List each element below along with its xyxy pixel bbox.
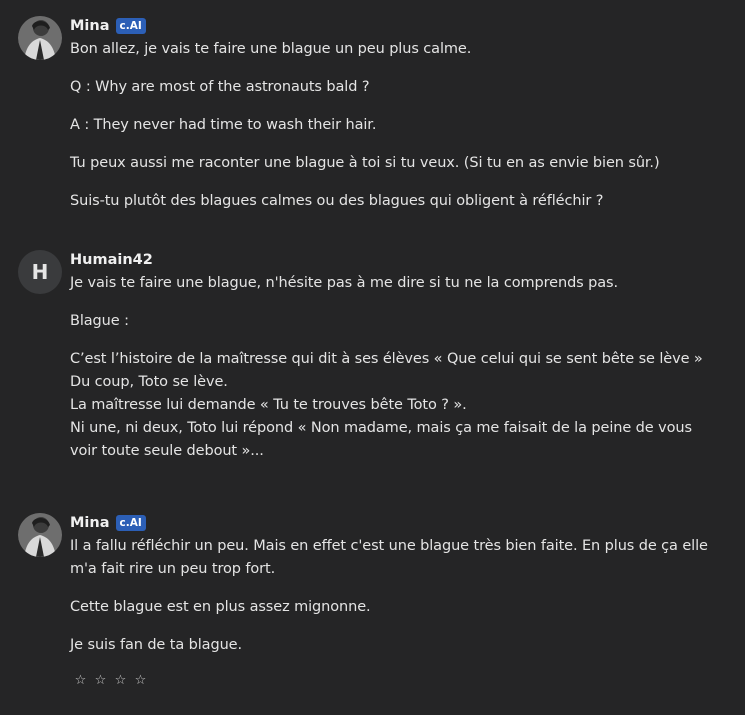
message-paragraph: Il a fallu réfléchir un peu. Mais en eff… [70,538,708,554]
message-paragraph: Suis-tu plutôt des blagues calmes ou des… [70,193,604,209]
message-header: Mina c.AI [70,513,725,533]
ai-badge: c.AI [115,18,146,34]
message-paragraph: Je suis fan de ta blague. [70,637,242,653]
message-paragraph: Bon allez, je vais te faire une blague u… [70,41,472,57]
message-paragraph: Q : Why are most of the astronauts bald … [70,79,370,95]
author-name[interactable]: Humain42 [70,252,153,268]
message-paragraph: Cette blague est en plus assez mignonne. [70,599,371,615]
mina-avatar[interactable] [18,16,62,60]
message-content: Humain42 Je vais te faire une blague, n'… [70,250,725,463]
star-rating: ☆ ☆ ☆ ☆ [74,673,725,688]
message-paragraph: Ni une, ni deux, Toto lui répond « Non m… [70,420,692,436]
person-photo-icon [18,513,62,557]
author-name[interactable]: Mina [70,515,110,531]
message-paragraph: m'a fait rire un peu trop fort. [70,561,276,577]
message-paragraph: C’est l’histoire de la maîtresse qui dit… [70,351,703,367]
humain42-avatar[interactable]: H [18,250,62,294]
star-outline-icon[interactable]: ☆ [114,673,127,688]
message-paragraph: Tu peux aussi me raconter une blague à t… [70,155,660,171]
mina-avatar[interactable] [18,513,62,557]
author-name[interactable]: Mina [70,18,110,34]
message-header: Mina c.AI [70,16,725,36]
message-paragraph: Du coup, Toto se lève. [70,374,228,390]
message-paragraph: Blague : [70,313,129,329]
person-photo-icon [18,16,62,60]
message-paragraph: La maîtresse lui demande « Tu te trouves… [70,397,467,413]
star-outline-icon[interactable]: ☆ [134,673,147,688]
message-header: Humain42 [70,250,725,270]
message-content: Mina c.AI Bon allez, je vais te faire un… [70,16,725,213]
star-outline-icon[interactable]: ☆ [74,673,87,688]
star-outline-icon[interactable]: ☆ [94,673,107,688]
message-paragraph: Je vais te faire une blague, n'hésite pa… [70,275,618,291]
message-content: Mina c.AI Il a fallu réfléchir un peu. M… [70,513,725,688]
ai-badge: c.AI [115,515,146,531]
message-paragraph: A : They never had time to wash their ha… [70,117,377,133]
message-paragraph: voir toute seule debout »... [70,443,264,459]
